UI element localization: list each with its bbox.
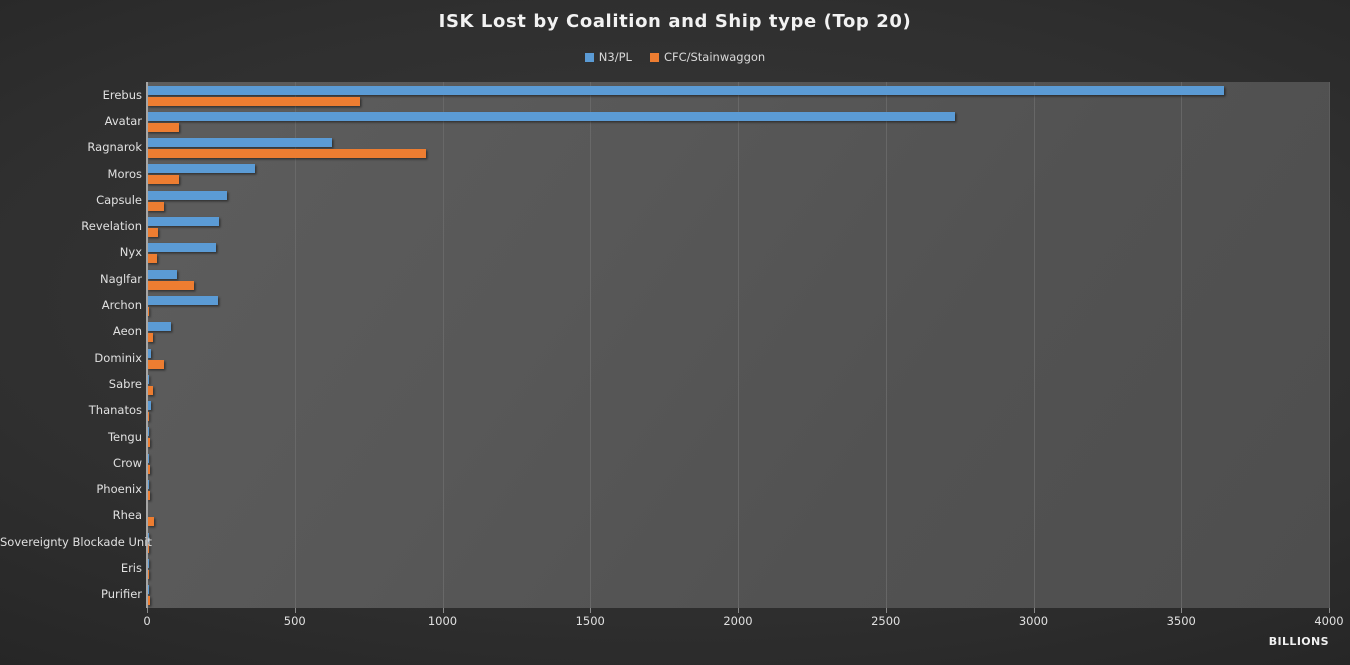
y-axis-tick-label: Erebus	[102, 87, 142, 102]
gridline-4000	[1329, 82, 1330, 608]
bar[interactable]	[147, 322, 172, 332]
y-axis-tick-label: Ragnarok	[87, 140, 142, 155]
bar[interactable]	[147, 333, 153, 343]
x-axis-tick-mark	[885, 608, 887, 613]
bar[interactable]	[147, 201, 164, 211]
bar-group-row	[147, 529, 1329, 555]
x-axis-tick-label: 500	[283, 614, 306, 628]
bar[interactable]	[147, 385, 153, 395]
bar[interactable]	[147, 348, 151, 358]
bar[interactable]	[147, 96, 360, 106]
x-axis-tick-mark	[294, 608, 296, 613]
bar-group-row	[147, 503, 1329, 529]
y-axis-tick-label: Archon	[101, 298, 142, 313]
chart-title: ISK Lost by Coalition and Ship type (Top…	[438, 11, 912, 32]
legend-swatch-icon	[649, 52, 659, 62]
x-axis-tick-label: 3500	[1166, 614, 1196, 628]
x-axis-tick-label: 1500	[575, 614, 605, 628]
x-axis-tick-label: 0	[143, 614, 151, 628]
bar[interactable]	[147, 228, 159, 237]
y-axis-tick-label: Naglfar	[100, 271, 142, 286]
bar[interactable]	[147, 517, 154, 527]
bar[interactable]	[147, 175, 179, 185]
bar-group-row	[147, 187, 1329, 213]
bar-group-row	[147, 214, 1329, 240]
bar[interactable]	[147, 190, 228, 200]
y-axis-tick-label: Tengu	[107, 429, 142, 444]
x-axis-tick-label: 4000	[1314, 614, 1344, 628]
y-axis-labels: Erebus Avatar Ragnarok Moros Capsule Revelati…	[0, 82, 152, 608]
x-axis-tick-mark	[442, 608, 444, 613]
bar-group-row	[147, 582, 1329, 608]
bar-group-row	[147, 292, 1329, 318]
bar-group-row	[147, 135, 1329, 161]
x-axis-tick-label: 2500	[871, 614, 901, 628]
bar-group-row	[147, 345, 1329, 371]
bar[interactable]	[147, 295, 218, 305]
bar[interactable]	[147, 85, 1225, 95]
bar[interactable]	[147, 122, 179, 132]
y-axis-tick-label: Eris	[120, 561, 142, 576]
y-axis-tick-label: Purifier	[101, 587, 142, 602]
bar[interactable]	[147, 243, 216, 253]
bar[interactable]	[147, 254, 158, 264]
bar[interactable]	[147, 217, 220, 226]
bar[interactable]	[147, 359, 164, 369]
x-axis-tick-mark	[1181, 608, 1183, 613]
bar[interactable]	[147, 269, 178, 279]
legend-item-0[interactable]: N3/PL	[584, 50, 632, 64]
y-axis-tick-label: Moros	[107, 166, 142, 181]
y-axis-tick-label: Crow	[113, 455, 142, 470]
bar-group-row	[147, 398, 1329, 424]
bar-group-row	[147, 450, 1329, 476]
bar-group-row	[147, 477, 1329, 503]
bar-group-row	[147, 108, 1329, 134]
bar-group-row	[147, 555, 1329, 581]
y-axis-tick-label: Thanatos	[88, 403, 142, 418]
legend-label: CFC/Stainwaggon	[663, 50, 766, 64]
y-axis-tick-label: Sovereignty Blockade Unit	[0, 534, 152, 549]
x-axis-tick-label: 1000	[427, 614, 458, 628]
bar[interactable]	[147, 280, 195, 290]
y-axis-line	[146, 82, 148, 608]
bar-group-row	[147, 240, 1329, 266]
y-axis-tick-label: Rhea	[112, 508, 142, 523]
bar[interactable]	[147, 149, 427, 159]
bar[interactable]	[147, 111, 956, 121]
legend-item-1[interactable]: CFC/Stainwaggon	[649, 50, 766, 64]
x-axis-tick-mark	[738, 608, 739, 613]
bar-group-row	[147, 266, 1329, 292]
x-axis-tick-mark	[1033, 608, 1035, 613]
chart-container: ISK Lost by Coalition and Ship type (Top…	[0, 0, 1350, 665]
plot-area	[147, 82, 1330, 608]
bar[interactable]	[147, 138, 333, 148]
x-axis-labels: 0 500 1000 1500 2000 2500 3000 3500 4000	[0, 614, 1350, 634]
legend-label: N3/PL	[598, 50, 632, 64]
y-axis-tick-label: Phoenix	[96, 482, 142, 497]
y-axis-tick-label: Capsule	[96, 192, 142, 207]
x-axis-tick-mark	[147, 608, 148, 613]
y-axis-tick-label: Dominix	[94, 350, 142, 365]
y-axis-tick-label: Revelation	[81, 219, 142, 234]
y-axis-tick-label: Sabre	[108, 376, 142, 391]
bar-group-row	[147, 424, 1329, 450]
x-axis-tick-label: 2000	[723, 614, 753, 628]
y-axis-tick-label: Avatar	[104, 113, 142, 128]
chart-legend: N3/PL CFC/Stainwaggon	[0, 50, 1350, 64]
bar-group-row	[147, 82, 1329, 108]
bar-group-row	[147, 161, 1329, 187]
y-axis-tick-label: Aeon	[112, 324, 142, 339]
x-axis-tick-mark	[590, 608, 592, 613]
x-axis-unit-label: BILLIONS	[1268, 635, 1329, 648]
legend-swatch-icon	[584, 52, 594, 62]
x-axis-tick-mark	[1329, 608, 1330, 613]
y-axis-tick-label: Nyx	[119, 245, 142, 260]
bar[interactable]	[147, 164, 256, 174]
bar-group-row	[147, 319, 1329, 345]
bar[interactable]	[147, 401, 152, 411]
bar-group-row	[147, 371, 1329, 397]
x-axis-tick-label: 3000	[1018, 614, 1049, 628]
